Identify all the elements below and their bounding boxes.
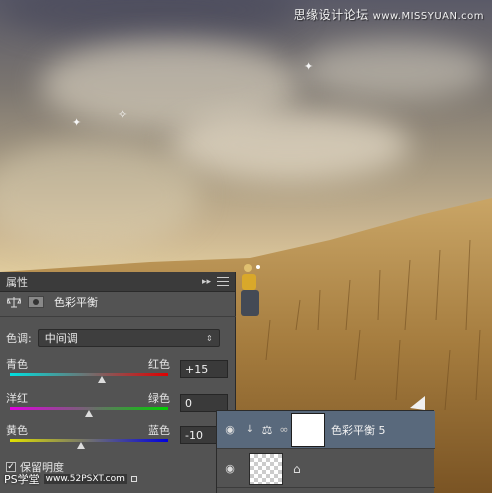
balance-scale-icon[interactable]: ⚖: [257, 423, 277, 437]
clip-arrow-icon: ↓: [245, 424, 255, 435]
collapse-icon[interactable]: ▸▸: [202, 277, 211, 287]
watermark-site: www.52PSXT.com: [43, 474, 127, 484]
tone-row: 色调: 中间调 ⇕: [6, 329, 220, 347]
eye-icon[interactable]: ◉: [217, 423, 243, 436]
child-figure: [238, 262, 264, 325]
tone-value: 中间调: [44, 332, 78, 345]
layer-mask-thumbnail[interactable]: [291, 412, 325, 447]
magenta-green-slider: 洋红 绿色 0: [6, 390, 230, 417]
top-watermark: 思缘设计论坛 www.MISSYUAN.com: [294, 6, 484, 23]
bird-icon: ✧: [118, 108, 128, 121]
stamp-icon: ⌂: [293, 461, 301, 476]
slider-right-label: 红色: [148, 358, 170, 371]
panel-menu-icon[interactable]: [217, 277, 229, 286]
properties-tab-bar: 属性 ▸▸: [0, 272, 235, 292]
bottom-watermark: PS学堂 www.52PSXT.com: [4, 471, 137, 487]
slider-left-label: 黄色: [6, 424, 28, 437]
yellow-blue-slider: 黄色 蓝色 -10: [6, 422, 230, 449]
properties-panel: 属性 ▸▸ 色彩平衡 色调: 中间调 ⇕ 青色 红色 +15 洋红 绿色 0 黄色蓝…: [0, 272, 236, 493]
watermark-site: www.MISSYUAN.com: [372, 11, 484, 22]
slider-left-label: 洋红: [6, 392, 28, 405]
slider-thumb[interactable]: [77, 442, 86, 449]
watermark-text: 思缘设计论坛: [293, 8, 369, 22]
cyan-red-slider: 青色 红色 +15: [6, 356, 230, 383]
watermark-ps-text: PS学堂: [4, 473, 40, 486]
layer-row[interactable]: ◉ ↓ ⚖ ∞ 色彩平衡 5: [217, 411, 435, 449]
bird-icon: ✦: [72, 116, 82, 129]
slider-track[interactable]: [10, 439, 168, 442]
divider: [0, 316, 236, 317]
link-icon[interactable]: ∞: [277, 423, 291, 436]
layer-mask-icon[interactable]: [28, 294, 44, 310]
chevron-updown-icon: ⇕: [206, 333, 213, 343]
layer-row[interactable]: ◉ ⌂: [217, 450, 435, 488]
adjustment-title: 色彩平衡: [54, 296, 98, 309]
tone-label: 色调:: [6, 332, 32, 345]
slider-value-input[interactable]: +15: [180, 360, 228, 378]
bird-icon: ✦: [304, 60, 314, 73]
balance-scale-icon[interactable]: [6, 294, 22, 310]
tab-properties[interactable]: 属性: [6, 274, 28, 290]
slider-thumb[interactable]: [85, 410, 93, 417]
layer-name[interactable]: 色彩平衡 5: [331, 422, 386, 438]
layers-panel: ◉ ↓ ⚖ ∞ 色彩平衡 5 ◉ ⌂: [216, 410, 435, 493]
corner-handle: [130, 476, 137, 482]
slider-right-label: 绿色: [148, 392, 170, 405]
adjustment-header: 色彩平衡: [6, 294, 98, 310]
slider-right-label: 蓝色: [148, 424, 170, 437]
slider-thumb[interactable]: [97, 376, 106, 383]
slider-track[interactable]: [10, 373, 168, 376]
layer-thumbnail[interactable]: [249, 452, 283, 485]
slider-left-label: 青色: [6, 358, 28, 371]
eye-icon[interactable]: ◉: [217, 462, 243, 475]
tone-select[interactable]: 中间调 ⇕: [37, 329, 220, 347]
